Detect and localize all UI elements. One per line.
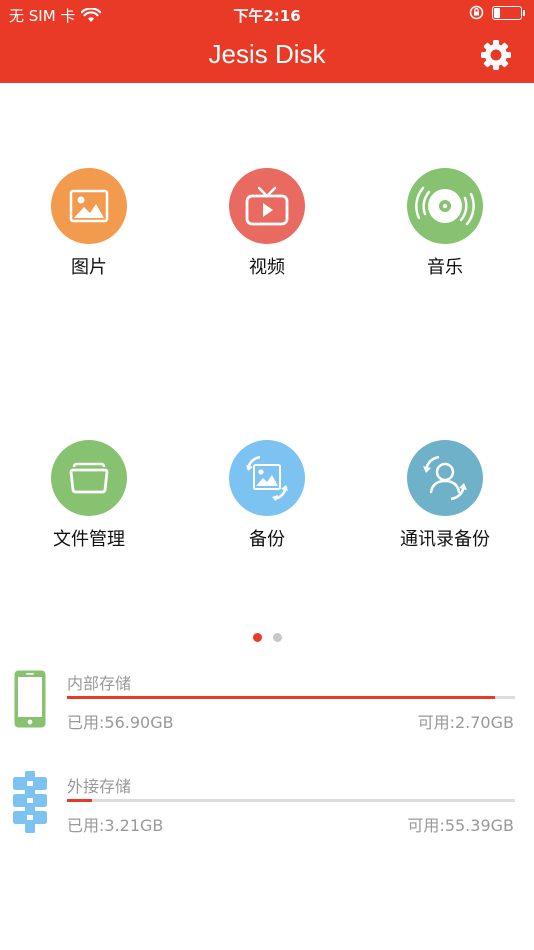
feature-label: 视频 — [249, 257, 285, 278]
feature-label: 音乐 — [427, 257, 463, 278]
storage-usage-fill — [67, 696, 495, 699]
status-bar: 无 SIM 卡 下午2:16 — [0, 0, 534, 28]
feature-label: 备份 — [249, 529, 285, 550]
feature-circle — [229, 440, 305, 516]
feature-music[interactable]: 音乐 — [356, 168, 534, 279]
feature-circle — [229, 168, 305, 244]
status-time: 下午2:16 — [233, 7, 301, 25]
external-storage[interactable]: 外接存储 已用:3.21GB 可用:55.39GB — [0, 771, 534, 841]
storage-usage-bar — [67, 799, 515, 802]
feature-contacts-backup[interactable]: 通讯录备份 — [356, 440, 534, 551]
storage-free: 可用:2.70GB — [417, 713, 514, 732]
feature-images[interactable]: 图片 — [0, 168, 178, 279]
top-bar: 无 SIM 卡 下午2:16 Jesis Disk — [0, 0, 534, 83]
app-title: Jesis Disk — [208, 39, 326, 69]
storage-used: 已用:56.90GB — [67, 713, 174, 732]
status-right — [469, 5, 525, 20]
folder-icon — [69, 462, 109, 494]
storage-usage-fill — [67, 799, 92, 802]
phone-icon — [14, 670, 46, 728]
battery-icon — [492, 5, 525, 20]
storage-free: 可用:55.39GB — [407, 816, 514, 835]
page-dot-2[interactable] — [272, 633, 282, 642]
feature-file-manager[interactable]: 文件管理 — [0, 440, 178, 551]
page-indicator — [0, 633, 534, 642]
disc-icon — [415, 186, 475, 226]
feature-circle — [407, 440, 483, 516]
page-dot-1[interactable] — [252, 633, 262, 642]
tv-play-icon — [245, 186, 289, 226]
feature-video[interactable]: 视频 — [178, 168, 356, 279]
feature-circle — [407, 168, 483, 244]
external-drive-icon — [13, 771, 47, 833]
storage-usage-bar — [67, 696, 515, 699]
gear-icon[interactable] — [480, 39, 512, 71]
feature-circle — [51, 440, 127, 516]
feature-label: 图片 — [71, 257, 107, 278]
storage-used: 已用:3.21GB — [67, 816, 164, 835]
battery-level — [494, 7, 500, 18]
storage-title: 内部存储 — [67, 674, 132, 693]
orientation-lock-icon — [469, 5, 484, 20]
contacts-backup-icon — [423, 455, 467, 501]
internal-storage[interactable]: 内部存储 已用:56.90GB 可用:2.70GB — [0, 668, 534, 738]
feature-backup[interactable]: 备份 — [178, 440, 356, 551]
storage-title: 外接存储 — [67, 777, 132, 796]
feature-circle — [51, 168, 127, 244]
image-icon — [69, 189, 109, 223]
photo-backup-icon — [246, 455, 288, 501]
feature-label: 通讯录备份 — [400, 529, 490, 550]
feature-label: 文件管理 — [53, 529, 125, 550]
